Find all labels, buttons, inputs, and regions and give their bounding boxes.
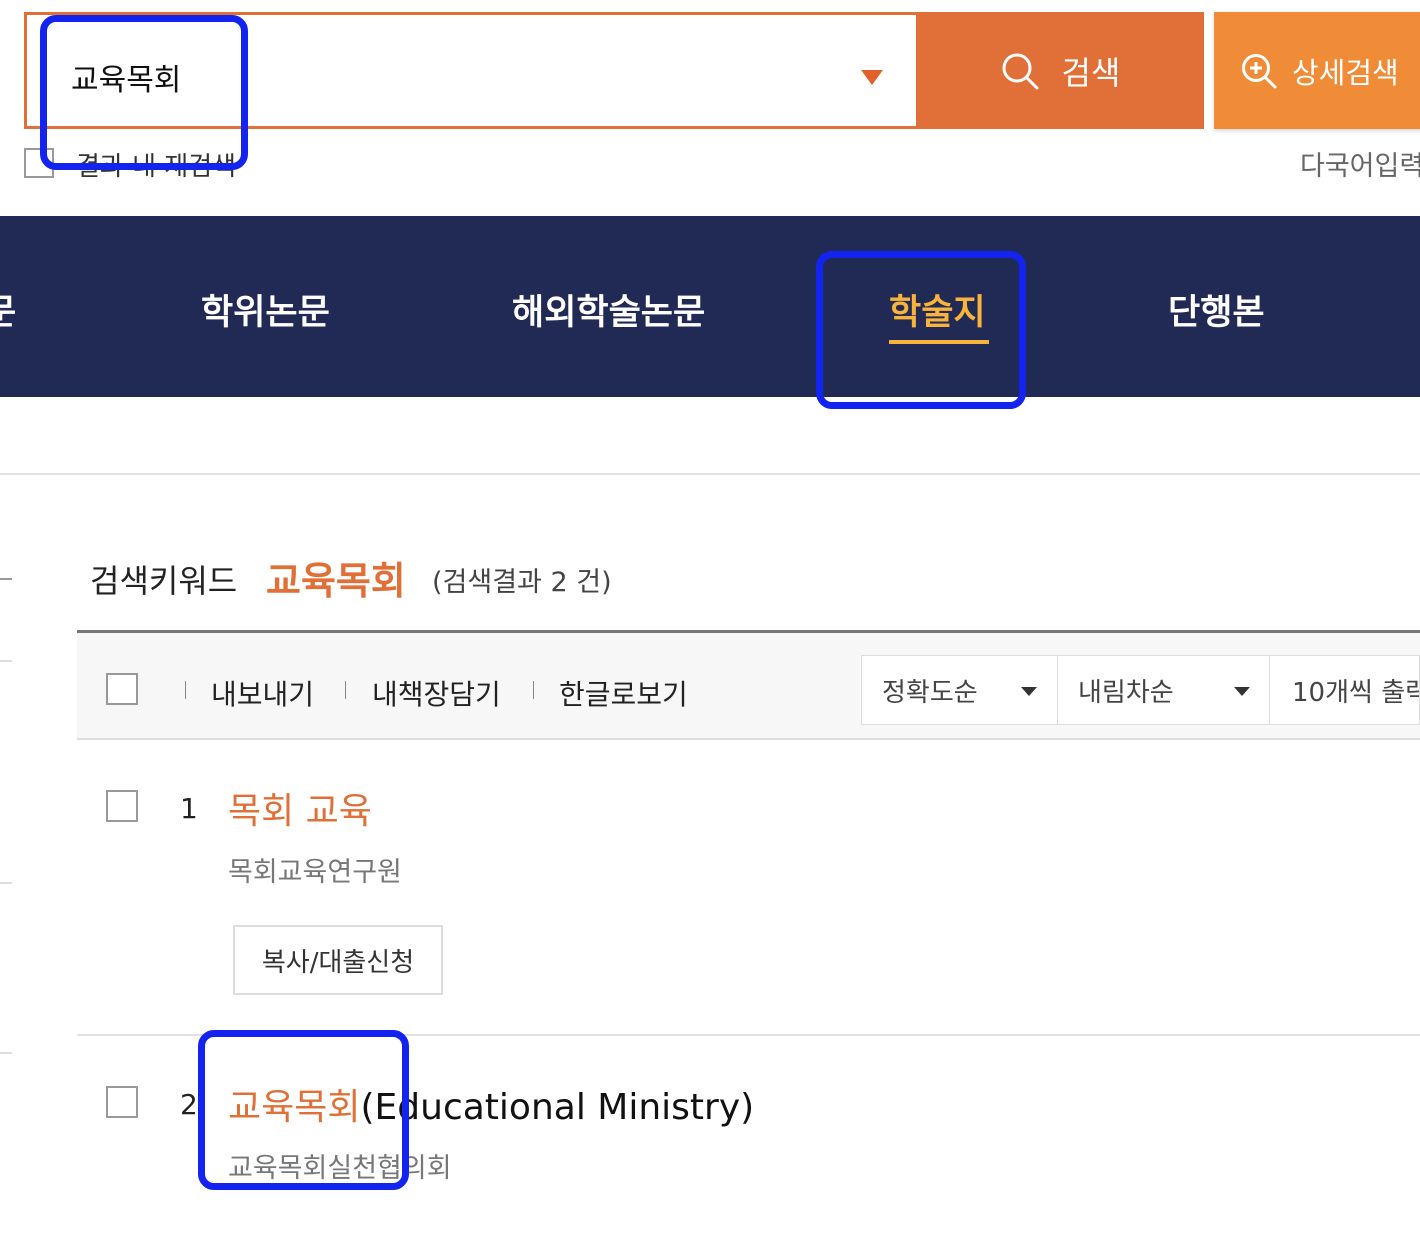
order-select-value: 내림차순 <box>1078 677 1174 708</box>
result-checkbox[interactable] <box>106 1086 138 1118</box>
category-navbar: 문 학위논문 해외학술논문 학술지 단행본 <box>0 216 1420 397</box>
per-page-select[interactable]: 10개씩 출력 <box>1269 655 1420 725</box>
nav-item-foreign-papers[interactable]: 해외학술논문 <box>512 284 705 335</box>
result-title-highlight: 목회 교육 <box>228 791 372 832</box>
sort-select-value: 정확도순 <box>882 677 978 708</box>
copy-loan-request-label: 복사/대출신청 <box>261 947 415 978</box>
section-divider <box>0 473 1420 475</box>
active-tab-underline <box>889 340 989 344</box>
keyword-label: 검색키워드 <box>90 562 238 600</box>
export-button[interactable]: 내보내기 <box>211 673 314 713</box>
order-select[interactable]: 내림차순 <box>1057 655 1270 725</box>
zoom-in-icon <box>1242 53 1277 88</box>
result-publisher: 목회교육연구원 <box>228 857 402 888</box>
result-number: 2 <box>180 1088 198 1121</box>
view-hangul-button[interactable]: 한글로보기 <box>559 673 688 713</box>
advanced-search-button[interactable]: 상세검색 <box>1214 12 1420 129</box>
separator <box>533 681 534 699</box>
sidebar-edge <box>0 578 12 580</box>
result-number: 1 <box>180 792 198 825</box>
recheck-label: 결과 내 재검색 <box>76 152 237 182</box>
result-checkbox[interactable] <box>106 790 138 822</box>
separator <box>345 681 346 699</box>
caret-down-icon <box>1021 687 1037 696</box>
separator <box>185 681 186 699</box>
save-to-library-button[interactable]: 내책장담기 <box>372 673 501 713</box>
select-all-checkbox[interactable] <box>106 673 138 705</box>
per-page-select-value: 10개씩 출력 <box>1292 677 1420 708</box>
result-divider <box>77 1034 1420 1036</box>
result-title-link[interactable]: 교육목회(Educational Ministry) <box>228 1078 754 1130</box>
nav-item-partial[interactable]: 문 <box>0 284 16 335</box>
sidebar-edge <box>0 882 12 884</box>
result-count: (검색결과 2 건) <box>432 567 612 598</box>
copy-loan-request-button[interactable]: 복사/대출신청 <box>233 925 443 995</box>
recheck-checkbox[interactable] <box>24 148 54 178</box>
result-title-highlight: 교육목회 <box>228 1087 361 1128</box>
keyword-value: 교육목회 <box>266 559 406 603</box>
caret-down-icon <box>1234 687 1250 696</box>
sort-select[interactable]: 정확도순 <box>861 655 1058 725</box>
search-button[interactable]: 검색 <box>916 12 1204 129</box>
result-publisher: 교육목회실천협의회 <box>228 1153 452 1184</box>
results-toolbar: 내보내기 내책장담기 한글로보기 정확도순 내림차순 10개씩 출력 <box>77 630 1420 740</box>
result-title-link[interactable]: 목회 교육 <box>228 782 372 834</box>
nav-item-theses[interactable]: 학위논문 <box>201 284 330 335</box>
search-input[interactable]: 교육목회 <box>71 55 181 99</box>
sidebar-edge <box>0 660 12 662</box>
caret-down-icon[interactable] <box>861 70 883 85</box>
search-box[interactable]: 교육목회 <box>24 12 916 129</box>
search-icon <box>1002 53 1039 89</box>
result-title-rest: (Educational Ministry) <box>360 1087 755 1128</box>
sidebar-edge <box>0 1052 12 1054</box>
nav-item-books[interactable]: 단행본 <box>1168 284 1265 335</box>
search-button-label: 검색 <box>1061 53 1121 92</box>
nav-item-journals[interactable]: 학술지 <box>889 284 986 335</box>
multilang-input-link[interactable]: 다국어입력 <box>1300 144 1420 183</box>
advanced-search-label: 상세검색 <box>1292 55 1399 90</box>
